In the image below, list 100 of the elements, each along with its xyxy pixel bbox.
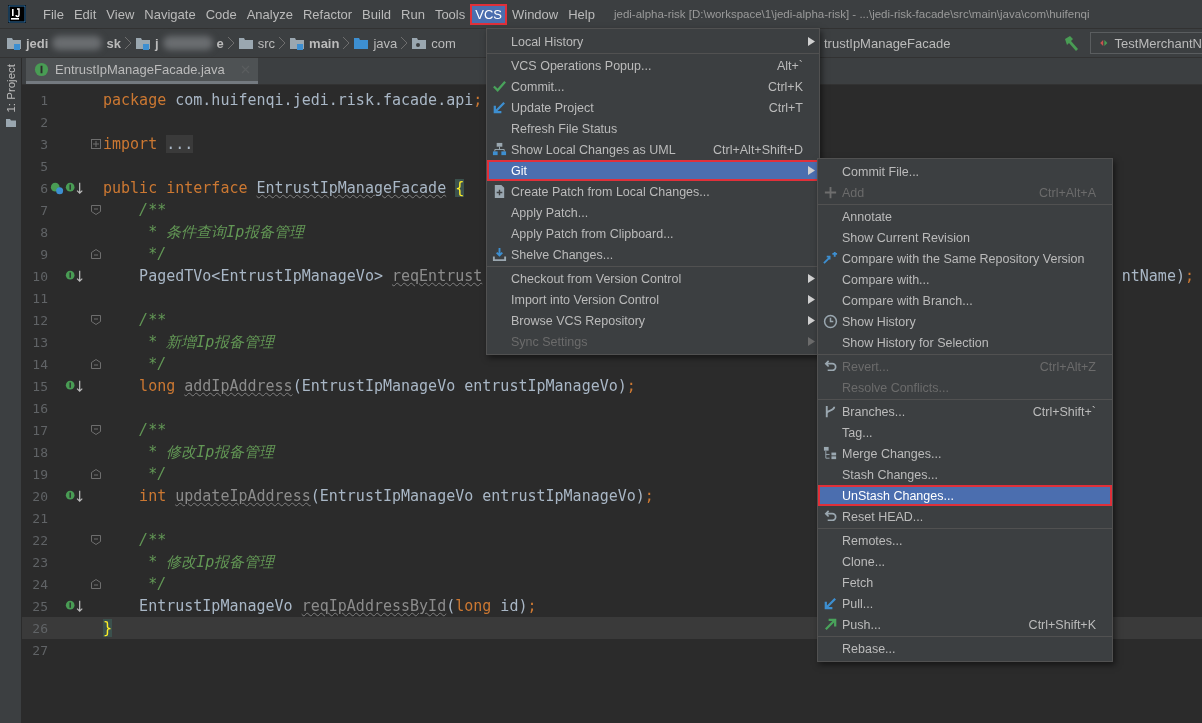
submenu-arrow-icon (807, 316, 815, 325)
menu-bar-item[interactable]: Refactor (297, 3, 358, 25)
menu-item[interactable]: Git (487, 160, 819, 181)
menu-item[interactable]: Remotes... (818, 530, 1112, 551)
run-configuration-selector[interactable]: TestMerchantN (1090, 32, 1202, 54)
line-number: 19 (31, 466, 49, 482)
circle-arrow-icon (65, 599, 84, 613)
line-number: 2 (39, 114, 49, 130)
menu-bar-item[interactable]: Code (200, 3, 242, 25)
project-tool-window-tab[interactable]: 1: Project (4, 64, 17, 113)
menu-bar-item[interactable]: Help (563, 3, 600, 25)
menu-item[interactable]: VCS Operations Popup... Alt+` (487, 55, 819, 76)
code-line: */ (147, 245, 167, 263)
menu-item[interactable]: Stash Changes... (818, 464, 1112, 485)
line-number: 13 (31, 334, 49, 350)
fold-icon[interactable] (90, 535, 101, 545)
fold-icon[interactable] (90, 205, 101, 215)
menu-item[interactable]: Local History (487, 31, 819, 52)
menu-item[interactable]: Commit... Ctrl+K (487, 76, 819, 97)
shortcut-text: Ctrl+K (766, 79, 803, 94)
breadcrumb-item[interactable]: java (353, 35, 398, 51)
expand-icon[interactable] (90, 139, 101, 149)
menu-item[interactable]: Update Project Ctrl+T (487, 97, 819, 118)
fold-icon[interactable] (90, 315, 101, 325)
menu-item[interactable]: Pull... (818, 593, 1112, 614)
code-line: * 条件查询Ip报备管理 (147, 222, 305, 242)
line-number: 11 (31, 290, 49, 306)
menu-item[interactable]: Reset HEAD... (818, 506, 1112, 527)
code-line: EntrustIpManageVo reqIpAddressById(long id); (138, 597, 537, 615)
menu-item[interactable]: Annotate (818, 206, 1112, 227)
menu-bar-item[interactable]: View (101, 3, 140, 25)
menu-item[interactable]: Compare with the Same Repository Version (818, 248, 1112, 269)
menu-item[interactable]: Create Patch from Local Changes... (487, 181, 819, 202)
app-logo-icon (8, 5, 26, 23)
fold-icon[interactable] (90, 249, 101, 259)
menu-bar-item[interactable]: Window (506, 3, 564, 25)
code-line: */ (147, 355, 167, 373)
fold-icon[interactable] (90, 469, 101, 479)
menu-bar-item[interactable]: Analyze (241, 3, 298, 25)
breadcrumb-item[interactable]: main (289, 35, 340, 51)
menu-item[interactable]: Rebase... (818, 638, 1112, 659)
line-number: 12 (31, 312, 49, 328)
menu-item[interactable]: Apply Patch... (487, 202, 819, 223)
menu-bar-item[interactable]: Edit (68, 3, 102, 25)
menu-bar-item[interactable]: File (38, 3, 69, 25)
code-line: /** (138, 421, 167, 439)
code-line: package com.huifenqi.jedi.risk.facade.api; (103, 91, 483, 109)
code-line: */ (147, 575, 167, 593)
menu-item[interactable]: Branches... Ctrl+Shift+` (818, 401, 1112, 422)
menu-item[interactable]: Show Local Changes as UML Ctrl+Alt+Shift+D (487, 139, 819, 160)
hammer-icon[interactable] (1062, 34, 1080, 52)
line-number: 23 (31, 554, 49, 570)
menu-item[interactable]: Tag... (818, 422, 1112, 443)
menu-bar-item[interactable]: Tools (429, 3, 471, 25)
line-number: 5 (39, 158, 49, 174)
editor-tab[interactable]: EntrustIpManageFacade.java (26, 58, 258, 84)
menu-item[interactable]: Compare with Branch... (818, 290, 1112, 311)
menu-item[interactable]: Compare with... (818, 269, 1112, 290)
menu-item[interactable]: Show History for Selection (818, 332, 1112, 353)
module-folder-icon (289, 35, 306, 51)
submenu-arrow-icon (807, 295, 815, 304)
menu-item[interactable]: Refresh File Status (487, 118, 819, 139)
menu-item[interactable]: UnStash Changes... (818, 485, 1112, 506)
breadcrumb-item[interactable]: com (411, 35, 456, 51)
menu-item[interactable]: Checkout from Version Control (487, 268, 819, 289)
menu-bar-item[interactable]: Run (396, 3, 430, 25)
menu-item[interactable]: Shelve Changes... (487, 244, 819, 265)
menu-bar-item[interactable]: Navigate (139, 3, 201, 25)
fold-icon[interactable] (90, 425, 101, 435)
menu-item[interactable]: Show Current Revision (818, 227, 1112, 248)
breadcrumb-item[interactable]: j e (134, 35, 224, 51)
menu-item[interactable]: Push... Ctrl+Shift+K (818, 614, 1112, 635)
menu-item[interactable]: Commit File... (818, 161, 1112, 182)
chevron-icon (342, 36, 351, 50)
menu-item[interactable]: Merge Changes... (818, 443, 1112, 464)
breadcrumb-item[interactable]: trustIpManageFacade (824, 35, 951, 51)
shortcut-text: Ctrl+Shift+` (1031, 404, 1096, 419)
menu-bar-item[interactable]: VCS (470, 3, 507, 25)
submenu-arrow-icon (807, 337, 815, 346)
menu-item[interactable]: Import into Version Control (487, 289, 819, 310)
menu-item[interactable]: Show History (818, 311, 1112, 332)
interface-file-icon (34, 62, 49, 77)
menu-item[interactable]: Apply Patch from Clipboard... (487, 223, 819, 244)
breadcrumb-item[interactable]: jedi sk (6, 35, 121, 51)
menu-item[interactable]: Browse VCS Repository (487, 310, 819, 331)
breadcrumb-item[interactable]: src (237, 35, 276, 51)
line-number: 16 (31, 400, 49, 416)
fold-icon[interactable] (90, 359, 101, 369)
line-number: 27 (31, 642, 49, 658)
code-line: ntName); (1121, 267, 1195, 285)
code-line: int updateIpAddress(EntrustIpManageVo entrustIpManageVo); (138, 487, 654, 505)
chevron-icon (278, 36, 287, 50)
menu-item[interactable]: Fetch (818, 572, 1112, 593)
code-line: * 修改Ip报备管理 (147, 552, 275, 572)
menu-item[interactable]: Clone... (818, 551, 1112, 572)
menu-bar-item[interactable]: Build (357, 3, 396, 25)
module-folder-icon (6, 35, 22, 51)
fold-icon[interactable] (90, 579, 101, 589)
submenu-arrow-icon (807, 166, 815, 175)
line-number: 24 (31, 576, 49, 592)
